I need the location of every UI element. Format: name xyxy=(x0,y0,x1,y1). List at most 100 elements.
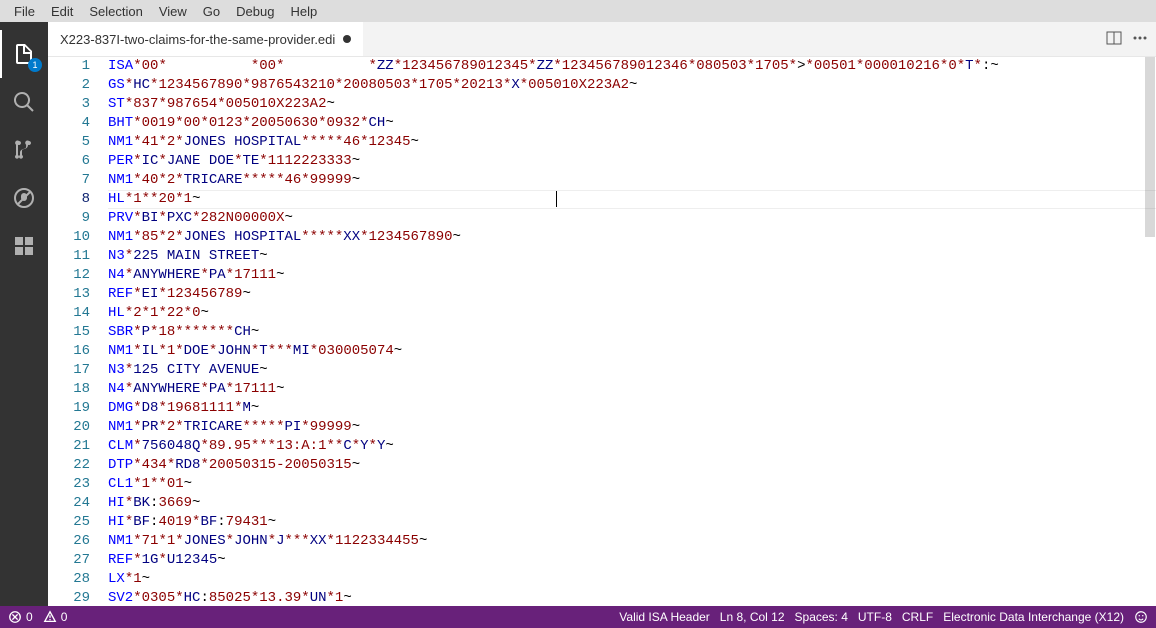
status-cursor-position[interactable]: Ln 8, Col 12 xyxy=(720,610,785,624)
code-line: GS*HC*1234567890*9876543210*20080503*170… xyxy=(108,76,1156,95)
line-number: 21 xyxy=(48,437,90,456)
code-line: ISA*00* *00* *ZZ*123456789012345*ZZ*1234… xyxy=(108,57,1156,76)
line-number: 25 xyxy=(48,513,90,532)
activity-bar: 1 xyxy=(0,22,48,606)
tab-active[interactable]: X223-837I-two-claims-for-the-same-provid… xyxy=(48,22,363,56)
status-indent[interactable]: Spaces: 4 xyxy=(795,610,848,624)
code-line: HL*2*1*22*0~ xyxy=(108,304,1156,323)
code-line: N3*225 MAIN STREET~ xyxy=(108,247,1156,266)
status-errors[interactable]: 0 xyxy=(8,610,33,624)
no-bug-icon xyxy=(12,186,36,210)
code-line: PRV*BI*PXC*282N00000X~ xyxy=(108,209,1156,228)
ellipsis-icon xyxy=(1132,30,1148,46)
status-bar: 0 0 Valid ISA Header Ln 8, Col 12 Spaces… xyxy=(0,606,1156,628)
search-icon xyxy=(12,90,36,114)
code-line: HI*BK:3669~ xyxy=(108,494,1156,513)
menu-file[interactable]: File xyxy=(6,2,43,21)
tab-title: X223-837I-two-claims-for-the-same-provid… xyxy=(60,32,335,47)
code-line: N4*ANYWHERE*PA*17111~ xyxy=(108,380,1156,399)
code-line: NM1*85*2*JONES HOSPITAL*****XX*123456789… xyxy=(108,228,1156,247)
menu-view[interactable]: View xyxy=(151,2,195,21)
line-number: 8 xyxy=(48,190,90,209)
explorer-badge: 1 xyxy=(28,58,42,72)
code-line: HI*BF:4019*BF:79431~ xyxy=(108,513,1156,532)
status-language[interactable]: Electronic Data Interchange (X12) xyxy=(943,610,1124,624)
activity-scm[interactable] xyxy=(0,126,48,174)
tab-actions xyxy=(1106,22,1156,56)
code-line: NM1*PR*2*TRICARE*****PI*99999~ xyxy=(108,418,1156,437)
menu-selection[interactable]: Selection xyxy=(81,2,150,21)
code-line: CLM*756048Q*89.95***13:A:1**C*Y*Y~ xyxy=(108,437,1156,456)
code-line: NM1*40*2*TRICARE*****46*99999~ xyxy=(108,171,1156,190)
line-number: 3 xyxy=(48,95,90,114)
scrollbar-thumb[interactable] xyxy=(1145,57,1155,237)
tab-bar: X223-837I-two-claims-for-the-same-provid… xyxy=(48,22,1156,57)
line-number: 12 xyxy=(48,266,90,285)
line-number-gutter: 1234567891011121314151617181920212223242… xyxy=(48,57,108,606)
line-number: 23 xyxy=(48,475,90,494)
status-feedback[interactable] xyxy=(1134,610,1148,624)
smiley-icon xyxy=(1134,610,1148,624)
error-icon xyxy=(8,610,22,624)
code-line: REF*EI*123456789~ xyxy=(108,285,1156,304)
status-warnings-count: 0 xyxy=(61,610,68,624)
line-number: 14 xyxy=(48,304,90,323)
code-line: DMG*D8*19681111*M~ xyxy=(108,399,1156,418)
tab-dirty-indicator xyxy=(343,35,351,43)
line-number: 24 xyxy=(48,494,90,513)
extensions-icon xyxy=(12,234,36,258)
line-number: 2 xyxy=(48,76,90,95)
code-line: REF*1G*U12345~ xyxy=(108,551,1156,570)
line-number: 6 xyxy=(48,152,90,171)
line-number: 5 xyxy=(48,133,90,152)
status-eol[interactable]: CRLF xyxy=(902,610,933,624)
menu-edit[interactable]: Edit xyxy=(43,2,81,21)
editor[interactable]: 1234567891011121314151617181920212223242… xyxy=(48,57,1156,606)
line-number: 22 xyxy=(48,456,90,475)
line-number: 1 xyxy=(48,57,90,76)
status-validation[interactable]: Valid ISA Header xyxy=(619,610,710,624)
line-number: 26 xyxy=(48,532,90,551)
line-number: 10 xyxy=(48,228,90,247)
code-line: LX*1~ xyxy=(108,570,1156,589)
line-number: 28 xyxy=(48,570,90,589)
activity-explorer[interactable]: 1 xyxy=(0,30,48,78)
line-number: 27 xyxy=(48,551,90,570)
text-cursor xyxy=(556,191,557,207)
status-warnings[interactable]: 0 xyxy=(43,610,68,624)
line-number: 20 xyxy=(48,418,90,437)
menu-go[interactable]: Go xyxy=(195,2,228,21)
code-content[interactable]: ISA*00* *00* *ZZ*123456789012345*ZZ*1234… xyxy=(108,57,1156,606)
code-line: BHT*0019*00*0123*20050630*0932*CH~ xyxy=(108,114,1156,133)
menu-debug[interactable]: Debug xyxy=(228,2,282,21)
line-number: 7 xyxy=(48,171,90,190)
line-number: 11 xyxy=(48,247,90,266)
line-number: 16 xyxy=(48,342,90,361)
activity-debug[interactable] xyxy=(0,174,48,222)
line-number: 4 xyxy=(48,114,90,133)
code-line: CL1*1**01~ xyxy=(108,475,1156,494)
line-number: 19 xyxy=(48,399,90,418)
split-editor-button[interactable] xyxy=(1106,30,1122,49)
code-line: N3*125 CITY AVENUE~ xyxy=(108,361,1156,380)
code-line: NM1*41*2*JONES HOSPITAL*****46*12345~ xyxy=(108,133,1156,152)
code-line: HL*1**20*1~ xyxy=(108,190,1156,209)
scrollbar-track[interactable] xyxy=(1144,57,1156,606)
code-line: PER*IC*JANE DOE*TE*1112223333~ xyxy=(108,152,1156,171)
menu-help[interactable]: Help xyxy=(282,2,325,21)
code-line: SV2*0305*HC:85025*13.39*UN*1~ xyxy=(108,589,1156,606)
code-line: NM1*71*1*JONES*JOHN*J***XX*1122334455~ xyxy=(108,532,1156,551)
activity-extensions[interactable] xyxy=(0,222,48,270)
more-actions-button[interactable] xyxy=(1132,30,1148,49)
line-number: 18 xyxy=(48,380,90,399)
code-line: ST*837*987654*005010X223A2~ xyxy=(108,95,1156,114)
editor-area: X223-837I-two-claims-for-the-same-provid… xyxy=(48,22,1156,606)
activity-search[interactable] xyxy=(0,78,48,126)
menu-bar: File Edit Selection View Go Debug Help xyxy=(0,0,1156,22)
split-editor-icon xyxy=(1106,30,1122,46)
git-branch-icon xyxy=(12,138,36,162)
line-number: 9 xyxy=(48,209,90,228)
status-errors-count: 0 xyxy=(26,610,33,624)
line-number: 15 xyxy=(48,323,90,342)
status-encoding[interactable]: UTF-8 xyxy=(858,610,892,624)
